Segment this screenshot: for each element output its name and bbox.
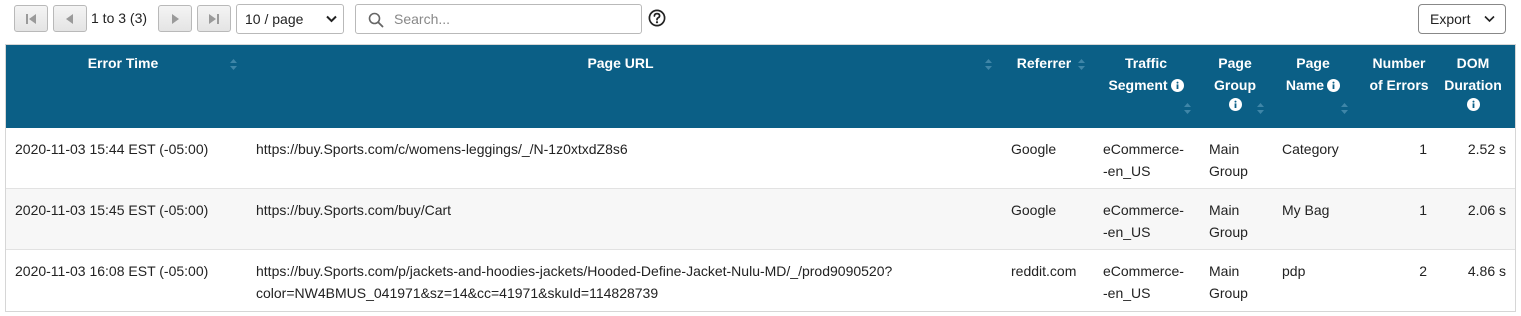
cell-error-time: 2020-11-03 15:45 EST (-05:00): [15, 202, 209, 218]
info-icon[interactable]: [1466, 98, 1480, 111]
cell-dom-duration: 2.06 s: [1467, 202, 1506, 218]
table-header: Error Time Page URL Referrer Traffic Seg…: [6, 45, 1515, 128]
column-header-traffic-segment[interactable]: Traffic Segment: [1096, 45, 1196, 128]
cell-page-name: Category: [1282, 141, 1339, 157]
cell-page-url[interactable]: https://buy.Sports.com/c/womens-leggings…: [256, 138, 628, 160]
sort-icon[interactable]: [1341, 103, 1348, 114]
cell-traffic-segment-line-1: eCommerce-: [1103, 141, 1184, 157]
table-row[interactable]: 2020-11-03 15:45 EST (-05:00) https://bu…: [6, 189, 1515, 250]
column-label-line-2: Name: [1285, 77, 1325, 93]
previous-page-icon: [66, 13, 73, 24]
column-label-line-2: Group: [1214, 77, 1256, 93]
search-box: [355, 4, 642, 34]
last-page-icon: [209, 13, 219, 24]
table-row[interactable]: 2020-11-03 15:44 EST (-05:00) https://bu…: [6, 128, 1515, 189]
column-header-page-group[interactable]: Page Group: [1200, 45, 1270, 128]
next-page-icon: [172, 13, 179, 24]
chevron-down-icon: [326, 15, 337, 23]
cell-traffic-segment-line-1: eCommerce-: [1103, 263, 1184, 279]
column-header-error-time[interactable]: Error Time: [6, 45, 240, 128]
first-page-icon: [26, 13, 36, 24]
cell-number-of-errors: 1: [1419, 202, 1427, 218]
cell-page-name: My Bag: [1282, 202, 1330, 218]
column-label-line-2: Duration: [1444, 77, 1502, 93]
sort-icon[interactable]: [985, 59, 992, 70]
column-label-line-1: Traffic: [1124, 55, 1167, 71]
search-icon: [368, 12, 384, 28]
grid-toolbar: 1 to 3 (3) 10 / page Export: [0, 0, 1521, 44]
info-icon[interactable]: [1327, 79, 1341, 92]
cell-page-name: pdp: [1282, 263, 1306, 279]
cell-referrer: reddit.com: [1011, 263, 1077, 279]
cell-page-group-line-1: Main: [1209, 263, 1240, 279]
column-label-line-1: Page: [1296, 55, 1330, 71]
cell-page-url[interactable]: https://buy.Sports.com/buy/Cart: [256, 199, 451, 221]
column-label-line-1: Number: [1372, 55, 1426, 71]
info-icon[interactable]: [1228, 98, 1242, 111]
sort-icon[interactable]: [1257, 103, 1264, 114]
chevron-down-icon: [1484, 15, 1495, 23]
cell-number-of-errors: 1: [1419, 141, 1427, 157]
column-header-referrer[interactable]: Referrer: [1000, 45, 1088, 128]
cell-number-of-errors: 2: [1419, 263, 1427, 279]
cell-page-group-line-2: Group: [1209, 163, 1248, 179]
cell-traffic-segment-line-2: -en_US: [1103, 224, 1151, 240]
cell-page-group-line-2: Group: [1209, 224, 1248, 240]
cell-page-group-line-1: Main: [1209, 141, 1240, 157]
info-icon[interactable]: [1170, 79, 1184, 92]
cell-error-time: 2020-11-03 15:44 EST (-05:00): [15, 141, 209, 157]
search-input[interactable]: [394, 8, 634, 30]
cell-error-time: 2020-11-03 16:08 EST (-05:00): [15, 263, 209, 279]
column-header-page-url[interactable]: Page URL: [242, 45, 999, 128]
page-range-text: 1 to 3 (3): [91, 10, 148, 26]
column-label: Referrer: [1016, 55, 1072, 71]
cell-dom-duration: 4.86 s: [1467, 263, 1506, 279]
cell-page-url-continued[interactable]: color=NW4BMUS_041971&sz=14&cc=41971&skuI…: [256, 282, 658, 304]
column-header-dom-duration[interactable]: DOM Duration: [1440, 45, 1506, 128]
column-label: Error Time: [87, 55, 159, 71]
column-label-line-2: of Errors: [1369, 77, 1429, 93]
table-row[interactable]: 2020-11-03 16:08 EST (-05:00) https://bu…: [6, 250, 1515, 311]
page-size-select[interactable]: 10 / page: [236, 4, 344, 34]
export-label: Export: [1430, 11, 1471, 27]
cell-page-group-line-2: Group: [1209, 285, 1248, 301]
sort-icon[interactable]: [230, 59, 237, 70]
column-header-number-of-errors[interactable]: Number of Errors: [1358, 45, 1440, 128]
page-size-value: 10 / page: [245, 11, 304, 27]
cell-traffic-segment-line-2: -en_US: [1103, 163, 1151, 179]
column-label-line-2: Segment: [1108, 77, 1168, 93]
column-label-line-1: DOM: [1456, 55, 1490, 71]
cell-traffic-segment-line-2: -en_US: [1103, 285, 1151, 301]
sort-icon[interactable]: [1184, 103, 1191, 114]
column-label: Page URL: [587, 55, 654, 71]
first-page-button[interactable]: [14, 5, 48, 32]
cell-page-url[interactable]: https://buy.Sports.com/p/jackets-and-hoo…: [256, 260, 892, 282]
column-label-line-1: Page: [1218, 55, 1252, 71]
errors-table: Error Time Page URL Referrer Traffic Seg…: [5, 44, 1516, 312]
sort-icon[interactable]: [1078, 59, 1085, 70]
cell-referrer: Google: [1011, 141, 1057, 157]
cell-dom-duration: 2.52 s: [1467, 141, 1506, 157]
column-header-page-name[interactable]: Page Name: [1274, 45, 1352, 128]
export-button[interactable]: Export: [1418, 4, 1506, 34]
cell-referrer: Google: [1011, 202, 1057, 218]
help-icon[interactable]: [648, 9, 666, 27]
cell-page-group-line-1: Main: [1209, 202, 1240, 218]
next-page-button[interactable]: [158, 5, 192, 32]
cell-traffic-segment-line-1: eCommerce-: [1103, 202, 1184, 218]
last-page-button[interactable]: [197, 5, 231, 32]
previous-page-button[interactable]: [53, 5, 87, 32]
